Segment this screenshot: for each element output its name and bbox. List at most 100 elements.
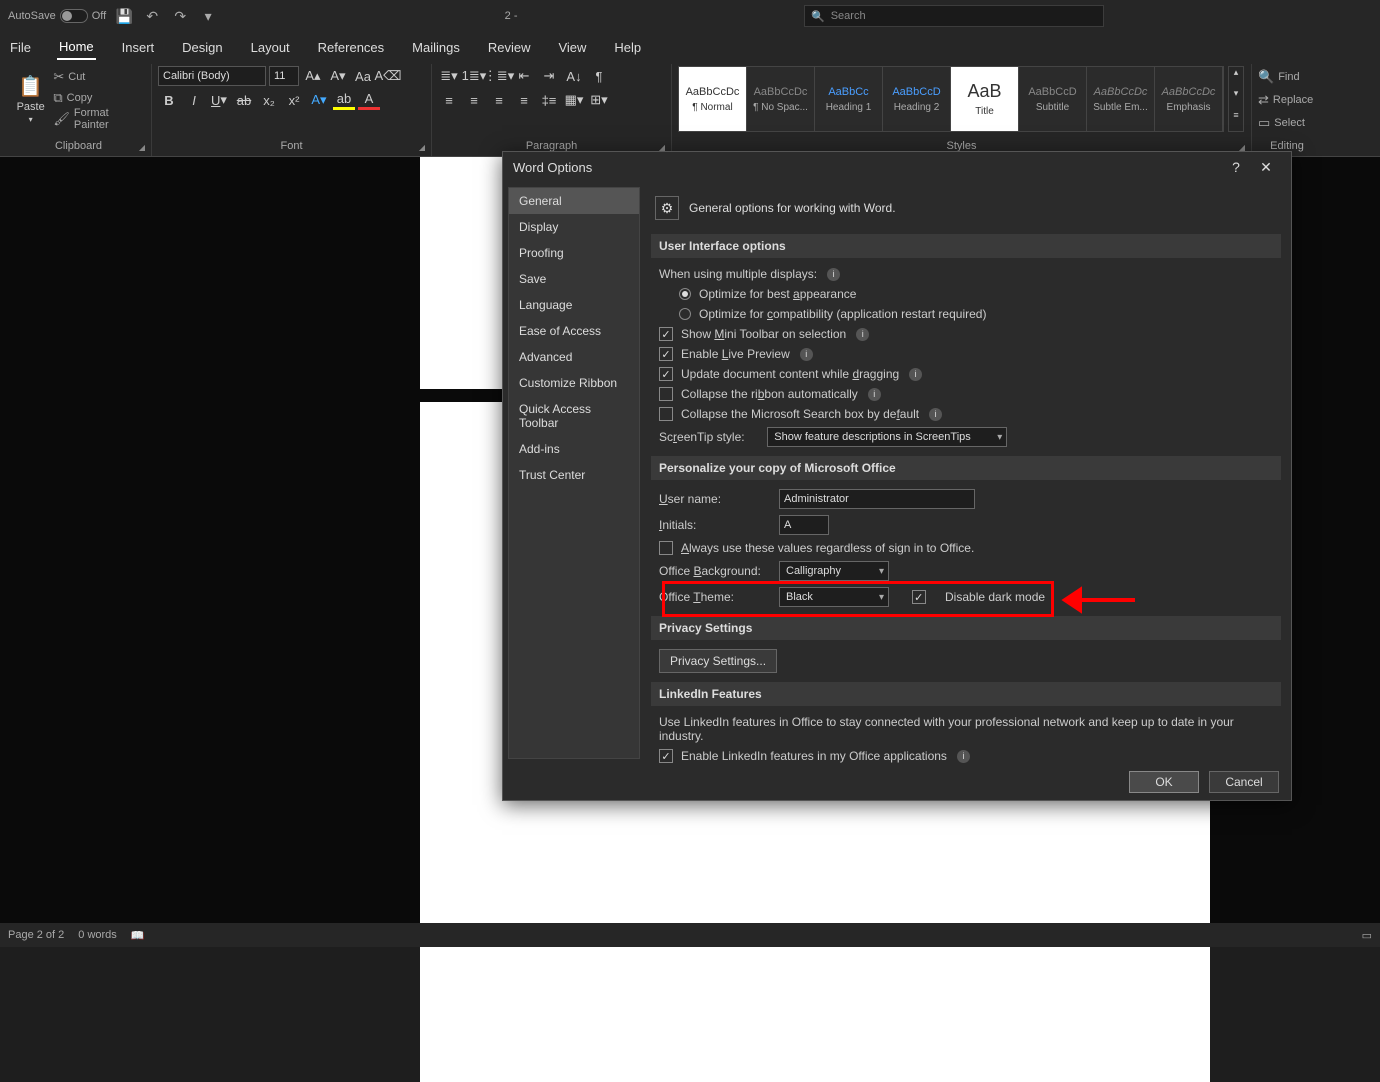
tab-layout[interactable]: Layout (249, 36, 292, 59)
style-heading2[interactable]: AaBbCcDHeading 2 (883, 67, 951, 131)
align-left-icon[interactable]: ≡ (438, 90, 460, 110)
style-emphasis[interactable]: AaBbCcDcEmphasis (1155, 67, 1223, 131)
info-icon[interactable] (800, 348, 813, 361)
superscript-icon[interactable]: x² (283, 90, 305, 110)
show-marks-icon[interactable]: ¶ (588, 66, 610, 86)
tab-design[interactable]: Design (180, 36, 224, 59)
tab-insert[interactable]: Insert (120, 36, 157, 59)
clear-format-icon[interactable]: A⌫ (377, 66, 399, 86)
font-size-select[interactable] (269, 66, 299, 86)
paste-button[interactable]: 📋Paste▾ (12, 66, 49, 132)
chk-linkedin[interactable] (659, 749, 673, 763)
styles-gallery[interactable]: AaBbCcDc¶ Normal AaBbCcDc¶ No Spac... Aa… (678, 66, 1224, 132)
tab-mailings[interactable]: Mailings (410, 36, 462, 59)
save-icon[interactable]: 💾 (114, 6, 134, 26)
chk-live[interactable] (659, 347, 673, 361)
chk-drag[interactable] (659, 367, 673, 381)
dialog-launcher-icon[interactable]: ◢ (419, 143, 425, 152)
nav-save[interactable]: Save (509, 266, 639, 292)
nav-advanced[interactable]: Advanced (509, 344, 639, 370)
numbering-icon[interactable]: 1≣▾ (463, 66, 485, 86)
info-icon[interactable] (929, 408, 942, 421)
chk-collapse[interactable] (659, 387, 673, 401)
nav-display[interactable]: Display (509, 214, 639, 240)
nav-language[interactable]: Language (509, 292, 639, 318)
search-input[interactable]: Search (804, 5, 1104, 27)
chk-collapse2[interactable] (659, 407, 673, 421)
style-subtitle[interactable]: AaBbCcDSubtitle (1019, 67, 1087, 131)
font-name-select[interactable] (158, 66, 266, 86)
line-spacing-icon[interactable]: ‡≡ (538, 90, 560, 110)
strike-icon[interactable]: ab (233, 90, 255, 110)
nav-ease[interactable]: Ease of Access (509, 318, 639, 344)
tab-help[interactable]: Help (612, 36, 643, 59)
redo-icon[interactable]: ↷ (170, 6, 190, 26)
chk-darkmode[interactable] (912, 590, 926, 604)
chk-always[interactable] (659, 541, 673, 555)
nav-proofing[interactable]: Proofing (509, 240, 639, 266)
sort-icon[interactable]: A↓ (563, 66, 585, 86)
tab-file[interactable]: File (8, 36, 33, 59)
replace-button[interactable]: ⇄Replace (1258, 89, 1316, 110)
style-subtleem[interactable]: AaBbCcDcSubtle Em... (1087, 67, 1155, 131)
find-button[interactable]: 🔍Find (1258, 66, 1316, 87)
nav-trust[interactable]: Trust Center (509, 462, 639, 488)
radio-appearance[interactable] (679, 288, 691, 300)
cut-button[interactable]: ✂Cut (53, 66, 145, 87)
indent-inc-icon[interactable]: ⇥ (538, 66, 560, 86)
status-page[interactable]: Page 2 of 2 (8, 929, 64, 941)
subscript-icon[interactable]: x₂ (258, 90, 280, 110)
tab-review[interactable]: Review (486, 36, 533, 59)
shrink-font-icon[interactable]: A▾ (327, 66, 349, 86)
bold-icon[interactable]: B (158, 90, 180, 110)
status-words[interactable]: 0 words (78, 929, 117, 941)
screentip-combo[interactable]: Show feature descriptions in ScreenTips (767, 427, 1007, 447)
copy-button[interactable]: ⧉Copy (53, 87, 145, 108)
cancel-button[interactable]: Cancel (1209, 771, 1279, 793)
info-icon[interactable] (827, 268, 840, 281)
nav-qat[interactable]: Quick Access Toolbar (509, 396, 639, 436)
font-color-icon[interactable]: A (358, 90, 380, 110)
initials-input[interactable] (779, 515, 829, 535)
undo-icon[interactable]: ↶ (142, 6, 162, 26)
autosave-toggle[interactable]: AutoSave Off (8, 9, 106, 23)
select-button[interactable]: ▭Select (1258, 112, 1316, 133)
theme-combo[interactable]: Black (779, 587, 889, 607)
multilevel-icon[interactable]: ⋮≣▾ (488, 66, 510, 86)
align-right-icon[interactable]: ≡ (488, 90, 510, 110)
grow-font-icon[interactable]: A▴ (302, 66, 324, 86)
bullets-icon[interactable]: ≣▾ (438, 66, 460, 86)
info-icon[interactable] (856, 328, 869, 341)
style-title[interactable]: AaBTitle (951, 67, 1019, 131)
align-center-icon[interactable]: ≡ (463, 90, 485, 110)
italic-icon[interactable]: I (183, 90, 205, 110)
background-combo[interactable]: Calligraphy (779, 561, 889, 581)
spell-icon[interactable]: 📖 (131, 929, 145, 942)
borders-icon[interactable]: ⊞▾ (588, 90, 610, 110)
close-icon[interactable]: ✕ (1251, 159, 1281, 176)
text-effects-icon[interactable]: A▾ (308, 90, 330, 110)
dialog-launcher-icon[interactable]: ◢ (139, 143, 145, 152)
info-icon[interactable] (909, 368, 922, 381)
help-icon[interactable]: ? (1221, 159, 1251, 175)
underline-icon[interactable]: U▾ (208, 90, 230, 110)
info-icon[interactable] (957, 750, 970, 763)
nav-addins[interactable]: Add-ins (509, 436, 639, 462)
ok-button[interactable]: OK (1129, 771, 1199, 793)
chk-mini[interactable] (659, 327, 673, 341)
qat-more-icon[interactable]: ▾ (198, 6, 218, 26)
info-icon[interactable] (868, 388, 881, 401)
tab-home[interactable]: Home (57, 35, 96, 60)
privacy-button[interactable]: Privacy Settings... (659, 649, 777, 673)
highlight-icon[interactable]: ab (333, 90, 355, 110)
username-input[interactable] (779, 489, 975, 509)
tab-references[interactable]: References (316, 36, 386, 59)
format-painter-button[interactable]: 🖌Format Painter (53, 108, 145, 129)
styles-more[interactable]: ▴▾≡ (1228, 66, 1244, 132)
style-normal[interactable]: AaBbCcDc¶ Normal (679, 67, 747, 131)
justify-icon[interactable]: ≡ (513, 90, 535, 110)
indent-dec-icon[interactable]: ⇤ (513, 66, 535, 86)
radio-compat[interactable] (679, 308, 691, 320)
change-case-icon[interactable]: Aa (352, 66, 374, 86)
shading-icon[interactable]: ▦▾ (563, 90, 585, 110)
